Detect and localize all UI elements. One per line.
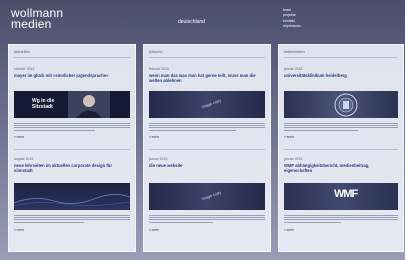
article-date: oktober 2015 bbox=[14, 67, 35, 71]
article-date: februar 2015 bbox=[149, 67, 169, 71]
banner-watermark: image copy bbox=[200, 189, 222, 202]
article-banner[interactable] bbox=[14, 183, 130, 210]
article-headline[interactable]: WMF abhängigkeitsbericht, medienbeitrag,… bbox=[284, 163, 398, 173]
panel-title: lieblinkeiten bbox=[284, 49, 305, 54]
site-header: wollmann medien deutschland team projekt… bbox=[0, 0, 405, 38]
article-banner[interactable] bbox=[284, 91, 398, 118]
article-body bbox=[14, 215, 130, 225]
article-date: januar 2015 bbox=[284, 67, 303, 71]
article-date: januar 2015 bbox=[149, 157, 168, 161]
article-body bbox=[149, 215, 265, 225]
article-date: august 2015 bbox=[14, 157, 34, 161]
nav-impressum[interactable]: impressum bbox=[283, 24, 301, 29]
divider bbox=[284, 149, 398, 150]
panel-lieblinkeiten: lieblinkeiten januar 2015 universitätskl… bbox=[278, 44, 404, 252]
article-body bbox=[284, 123, 398, 133]
wmf-logo: WMF bbox=[334, 188, 358, 200]
more-link[interactable]: » mehr bbox=[284, 228, 294, 232]
divider bbox=[14, 149, 130, 150]
locale-label[interactable]: deutschland bbox=[178, 19, 205, 25]
more-link[interactable]: » mehr bbox=[14, 228, 24, 232]
divider bbox=[149, 149, 265, 150]
article-date: januar 2015 bbox=[284, 157, 303, 161]
top-navigation: team projekte kontakt impressum bbox=[283, 8, 301, 30]
article-headline[interactable]: die neue website bbox=[149, 163, 265, 168]
more-link[interactable]: » mehr bbox=[284, 135, 294, 139]
article-banner[interactable]: WMF bbox=[284, 183, 398, 210]
wave-image bbox=[14, 194, 130, 207]
divider bbox=[284, 57, 398, 58]
panel-title: lyrische bbox=[149, 49, 163, 54]
article-headline[interactable]: wenn man das was man hat gerne teilt, mu… bbox=[149, 73, 265, 83]
article-body bbox=[284, 215, 398, 225]
brand-logo[interactable]: wollmann medien bbox=[11, 7, 63, 31]
brand-line-2: medien bbox=[11, 17, 52, 31]
banner-watermark: image copy bbox=[200, 97, 222, 110]
article-headline[interactable]: universitätsklinikum heidelberg bbox=[284, 73, 398, 78]
more-link[interactable]: » mehr bbox=[149, 135, 159, 139]
divider bbox=[14, 57, 130, 58]
article-body bbox=[14, 123, 130, 133]
article-body bbox=[149, 123, 265, 133]
more-link[interactable]: » mehr bbox=[149, 228, 159, 232]
article-headline[interactable]: mayer im glück mit «sinnlicher jugendspr… bbox=[14, 73, 130, 78]
panel-aktuelles: aktuelles oktober 2015 mayer im glück mi… bbox=[8, 44, 136, 252]
more-link[interactable]: » mehr bbox=[14, 135, 24, 139]
divider bbox=[149, 57, 265, 58]
article-headline[interactable]: neue lehrseiten im aktuellen corporate d… bbox=[14, 163, 130, 173]
portrait-image bbox=[68, 91, 110, 118]
article-banner[interactable]: image copy bbox=[149, 183, 265, 210]
panel-lyrische: lyrische februar 2015 wenn man das was m… bbox=[143, 44, 271, 252]
article-banner[interactable]: Wg in die Sitzstadt bbox=[14, 91, 130, 118]
article-banner[interactable]: image copy bbox=[149, 91, 265, 118]
seal-icon bbox=[334, 93, 358, 116]
panel-title: aktuelles bbox=[14, 49, 30, 54]
